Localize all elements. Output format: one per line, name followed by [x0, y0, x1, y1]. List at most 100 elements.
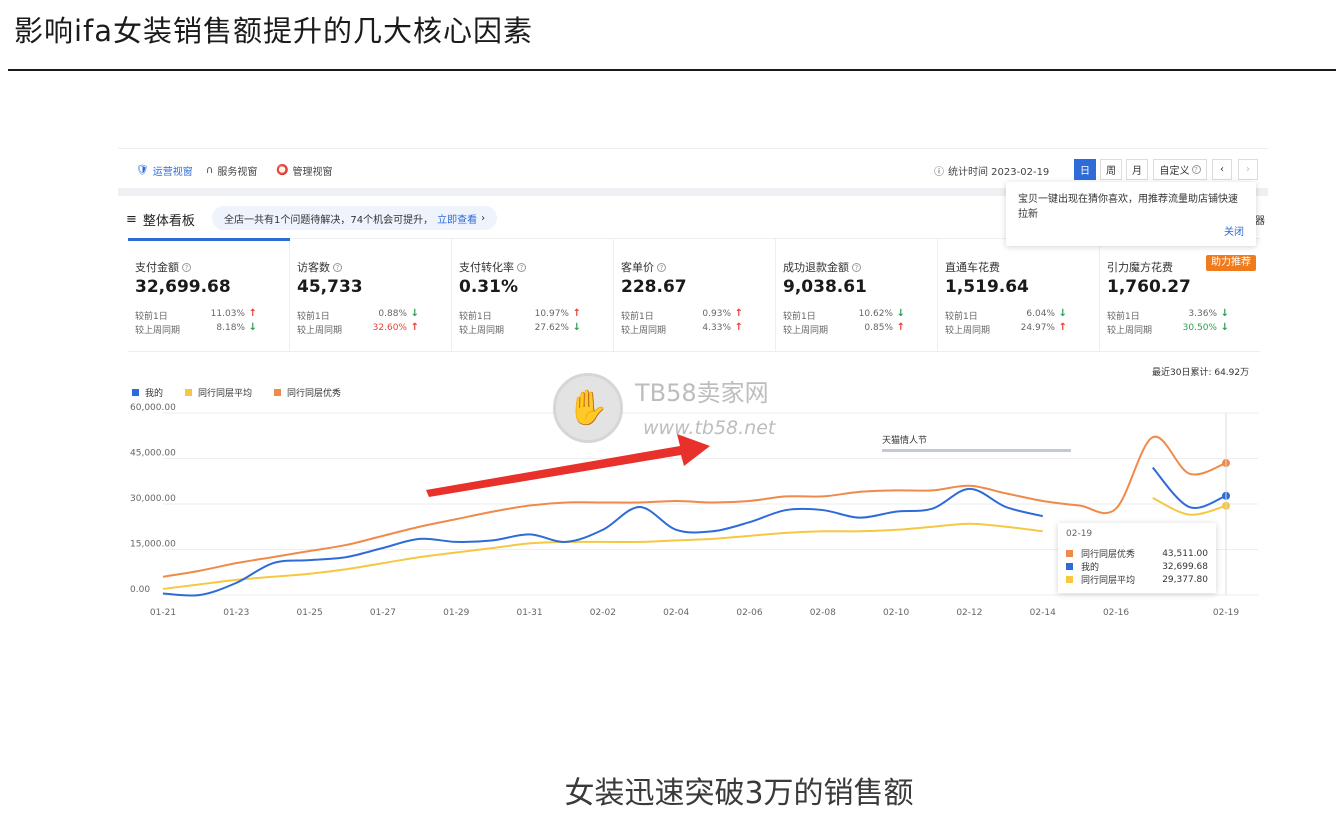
y-tick-label: 0.00 — [130, 585, 150, 595]
chart-hover-tooltip: 02-19 同行同层优秀 43,511.00 我的 32,699.68 同行同层… — [1058, 523, 1216, 593]
metric-card-ylmf-spend[interactable]: 引力魔方花费 助力推荐 1,760.27 较前1日 3.36% ↓ 较上周同期 30.… — [1100, 239, 1262, 351]
metric-card-avg-order[interactable]: 客单价? 228.67 较前1日 0.93% ↑ 较上周同期 4.33% ↑ — [614, 239, 776, 351]
compare-day: 较前1日 3.36% ↓ — [1107, 308, 1229, 322]
board-title: ≡ 整体看板 — [126, 210, 195, 229]
x-tick-label: 02-10 — [883, 608, 909, 618]
next-date-button[interactable]: › — [1238, 159, 1258, 180]
compare-pct: 0.85% — [864, 323, 893, 333]
watermark-url: www.tb58.net — [643, 417, 776, 439]
assist-badge[interactable]: 助力推荐 — [1206, 255, 1256, 271]
compare-label: 较上周同期 — [945, 326, 991, 336]
x-tick-label: 01-21 — [150, 608, 176, 618]
metric-label: 客单价 — [621, 261, 654, 274]
compare-week: 较上周同期 32.60% ↑ — [297, 322, 419, 336]
stat-time: ⓘ 统计时间 2023-02-19 — [934, 163, 1049, 178]
arrow-down-icon: ↓ — [1220, 322, 1229, 333]
view-now-link[interactable]: 立即查看 — [437, 211, 477, 226]
period-week-button[interactable]: 周 — [1100, 159, 1122, 180]
arrow-up-icon: ↑ — [734, 322, 743, 333]
metric-value: 45,733 — [297, 277, 363, 297]
compare-day: 较前1日 6.04% ↓ — [945, 308, 1067, 322]
arrow-down-icon: ↓ — [572, 322, 581, 333]
metric-card-ztc-spend[interactable]: 直通车花费 1,519.64 较前1日 6.04% ↓ 较上周同期 24.97% ↑ — [938, 239, 1100, 351]
tooltip-series-name: 同行同层优秀 — [1081, 550, 1136, 560]
compare-pct: 10.97% — [534, 309, 569, 319]
metric-value: 9,038.61 — [783, 277, 867, 297]
period-month-button[interactable]: 月 — [1126, 159, 1148, 180]
compare-pct: 0.88% — [378, 309, 407, 319]
compare-label: 较前1日 — [1107, 312, 1140, 322]
tooltip-series-value: 32,699.68 — [1162, 561, 1208, 572]
compare-week: 较上周同期 24.97% ↑ — [945, 322, 1067, 336]
chevron-right-icon: › — [1246, 164, 1250, 175]
help-icon: ? — [517, 262, 526, 272]
chevron-left-icon: ‹ — [1220, 164, 1224, 175]
tab-service[interactable]: ∩ 服务视窗 — [206, 163, 257, 178]
metric-value: 1,519.64 — [945, 277, 1029, 297]
watermark-hand-icon: ✋ — [553, 373, 623, 443]
tooltip-swatch — [1066, 563, 1073, 570]
tab-operations[interactable]: 🛡︎ 运营视窗 — [136, 163, 193, 178]
series-line — [162, 522, 1043, 590]
compare-pct: 30.50% — [1182, 323, 1217, 333]
compare-pct: 11.03% — [210, 309, 245, 319]
cumulative-total: 最近30日累计: 64.92万 — [1152, 368, 1250, 378]
metric-label: 支付转化率 — [459, 261, 514, 274]
period-custom-button[interactable]: 自定义 ? — [1153, 159, 1207, 180]
slide-caption-wrap: 女装迅速突破3万的销售额 — [0, 768, 1336, 812]
board-extra: 器 — [1255, 216, 1265, 227]
metric-card-payment[interactable]: 支付金额? 32,699.68 较前1日 11.03% ↑ 较上周同期 8.18% ↓ — [128, 239, 290, 351]
tab-management[interactable]: ⭕ 管理视窗 — [276, 163, 332, 178]
help-icon: ? — [182, 262, 191, 272]
metric-card-visitors[interactable]: 访客数? 45,733 较前1日 0.88% ↓ 较上周同期 32.60% ↑ — [290, 239, 452, 351]
notice-pill[interactable]: 全店一共有1个问题待解决，74个机会可提升， 立即查看 › — [212, 206, 498, 230]
arrow-up-icon: ↑ — [248, 308, 257, 319]
compare-label: 较上周同期 — [135, 326, 181, 336]
metric-label: 引力魔方花费 — [1107, 261, 1173, 274]
compare-pct: 27.62% — [534, 323, 569, 333]
x-tick-label: 02-02 — [590, 608, 616, 618]
metric-label: 直通车花费 — [945, 261, 1000, 274]
help-icon: ? — [1191, 165, 1201, 174]
x-tick-label: 02-16 — [1103, 608, 1129, 618]
y-tick-label: 60,000.00 — [130, 403, 176, 413]
metric-card-conversion[interactable]: 支付转化率? 0.31% 较前1日 10.97% ↑ 较上周同期 27.62% ↓ — [452, 239, 614, 351]
metric-value: 228.67 — [621, 277, 687, 297]
x-tick-label: 01-25 — [297, 608, 323, 618]
metric-label: 访客数 — [297, 261, 330, 274]
arrow-up-icon: ↑ — [896, 322, 905, 333]
compare-pct: 4.33% — [702, 323, 731, 333]
period-day-button[interactable]: 日 — [1074, 159, 1096, 180]
x-tick-label: 02-06 — [736, 608, 762, 618]
tooltip-date: 02-19 — [1066, 529, 1093, 539]
x-tick-label: 01-29 — [443, 608, 469, 618]
metric-label: 成功退款金额 — [783, 261, 849, 274]
compare-pct: 8.18% — [216, 323, 245, 333]
prev-date-button[interactable]: ‹ — [1212, 159, 1232, 180]
compare-pct: 24.97% — [1020, 323, 1055, 333]
metric-value: 1,760.27 — [1107, 277, 1191, 297]
tooltip-series-name: 我的 — [1081, 563, 1100, 573]
compare-week: 较上周同期 4.33% ↑ — [621, 322, 743, 336]
compare-week: 较上周同期 0.85% ↑ — [783, 322, 905, 336]
popup-close-link[interactable]: 关闭 — [1224, 225, 1244, 240]
y-tick-label: 45,000.00 — [130, 449, 176, 459]
active-metric-indicator — [128, 238, 290, 241]
slide-title: 影响ifa女装销售额提升的几大核心因素 — [14, 14, 534, 48]
board-title-label: 整体看板 — [142, 214, 195, 229]
tooltip-series-value: 29,377.80 — [1162, 574, 1208, 585]
watermark-name: TB58卖家网 — [635, 379, 769, 407]
shield-icon: 🛡︎ — [136, 165, 149, 176]
metric-card-refund[interactable]: 成功退款金额? 9,038.61 较前1日 10.62% ↓ 较上周同期 0.85% ↑ — [776, 239, 938, 351]
title-divider — [8, 69, 1336, 71]
tooltip-row: 我的 32,699.68 — [1066, 560, 1208, 573]
tab-label: 运营视窗 — [152, 167, 193, 178]
compare-label: 较前1日 — [621, 312, 654, 322]
arrow-up-icon: ↑ — [734, 308, 743, 319]
compare-label: 较前1日 — [783, 312, 816, 322]
compare-pct: 10.62% — [858, 309, 893, 319]
x-tick-label: 02-19 — [1213, 608, 1239, 618]
compare-day: 较前1日 0.88% ↓ — [297, 308, 419, 322]
legend-swatch — [185, 389, 193, 396]
tooltip-series-value: 43,511.00 — [1162, 548, 1208, 559]
